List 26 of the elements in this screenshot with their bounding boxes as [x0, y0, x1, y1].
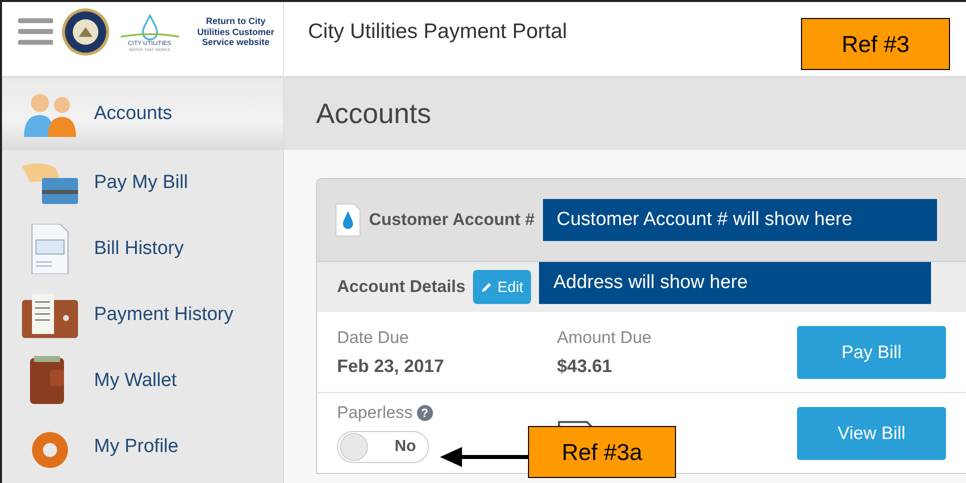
sidebar-item[interactable]: Payment History: [2, 282, 283, 348]
help-icon[interactable]: ?: [416, 405, 433, 421]
sidebar-item[interactable]: Bill History: [2, 216, 283, 282]
sidebar-item[interactable]: Pay My Bill: [2, 150, 283, 216]
water-drop-document-icon: [335, 203, 361, 237]
account-label: Customer Account #: [369, 210, 535, 230]
page-title: Accounts: [316, 98, 432, 130]
return-link[interactable]: Return to City Utilities Customer Service website: [188, 16, 283, 48]
date-due-value: Feb 23, 2017: [337, 356, 446, 376]
amount-due-label: Amount Due: [557, 328, 652, 348]
pencil-icon: [481, 281, 494, 293]
water-drop-logo-icon: [118, 12, 181, 40]
paperless-toggle[interactable]: No: [337, 431, 429, 463]
annotation-label: Ref #3a: [528, 426, 676, 478]
address-field: Address will show here: [539, 262, 932, 304]
seal-icon: [61, 7, 111, 57]
account-number-field: Customer Account # will show here: [542, 199, 937, 241]
portal-title: City Utilities Payment Portal: [308, 20, 568, 43]
menu-icon[interactable]: [18, 18, 54, 46]
date-due-label: Date Due: [337, 328, 410, 348]
sidebar-item[interactable]: My Wallet: [2, 348, 283, 414]
paperless-label: Paperless: [337, 403, 413, 423]
annotation-label: Ref #3: [801, 18, 950, 70]
amount-due-value: $43.61: [557, 356, 614, 376]
sidebar-item[interactable]: My Profile: [2, 414, 283, 480]
account-details-label: Account Details: [337, 277, 466, 297]
